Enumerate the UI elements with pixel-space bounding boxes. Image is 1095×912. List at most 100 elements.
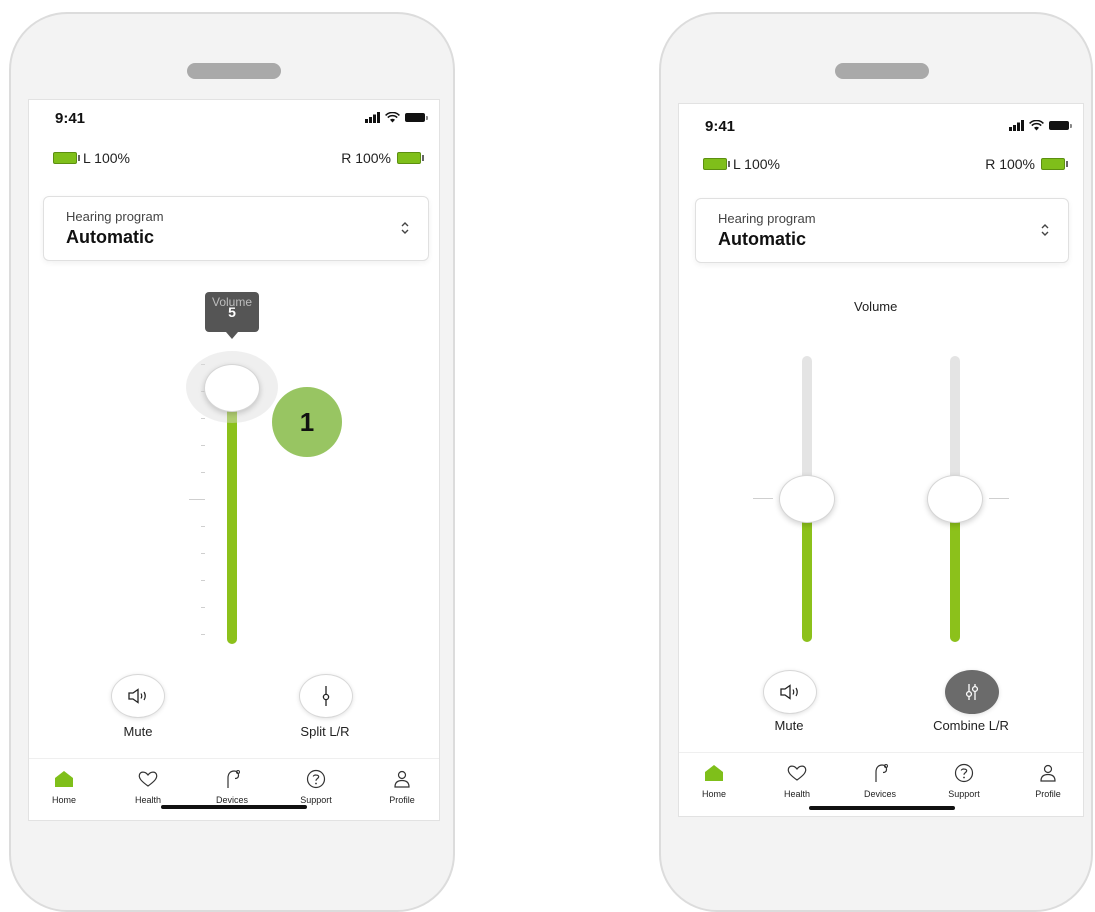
right-battery-label: R 100% [341, 150, 391, 166]
scale-tick [201, 445, 205, 446]
chevron-up-down-icon [401, 222, 409, 234]
phone-frame-right: 9:41 L 100% R 100% Hearing program Autom… [659, 12, 1093, 912]
split-lr-button[interactable] [299, 674, 353, 718]
program-value: Automatic [66, 227, 155, 247]
scale-tick [201, 553, 205, 554]
tab-label: Devices [215, 795, 248, 805]
phone-battery-icon [1049, 121, 1072, 130]
tab-label: Profile [1035, 789, 1061, 799]
question-icon [954, 763, 974, 783]
heart-icon [787, 765, 807, 781]
left-battery-label: L 100% [733, 156, 780, 172]
battery-icon [397, 152, 424, 164]
question-icon [306, 769, 326, 789]
home-icon [55, 771, 73, 787]
status-icons [1009, 120, 1072, 131]
tab-label: Health [783, 789, 810, 799]
left-aid-battery: L 100% [53, 150, 130, 166]
right-aid-battery: R 100% [985, 156, 1068, 172]
right-volume-slider-knob[interactable] [927, 475, 983, 523]
program-value: Automatic [718, 229, 807, 249]
left-volume-slider-knob[interactable] [779, 475, 835, 523]
hearing-aid-battery-row: L 100% R 100% [703, 156, 1068, 174]
home-icon [705, 765, 723, 781]
scale-tick [201, 418, 205, 419]
tab-home[interactable]: Home [679, 763, 749, 799]
status-time: 9:41 [705, 118, 736, 135]
speaker-notch [187, 63, 281, 79]
tab-devices[interactable]: Devices [197, 769, 267, 805]
tab-label: Support [300, 795, 332, 805]
right-battery-label: R 100% [985, 156, 1035, 172]
speaker-icon [128, 688, 146, 704]
tab-label: Home [51, 795, 76, 805]
home-indicator[interactable] [809, 806, 955, 810]
hearing-program-selector[interactable]: Hearing program Automatic [695, 198, 1069, 263]
volume-value: 5 [228, 304, 236, 320]
tab-profile[interactable]: Profile [367, 769, 437, 805]
tab-support[interactable]: Support [281, 769, 351, 805]
phone-frame-left: 9:41 L 100% R 100% Hearing program Autom… [9, 12, 455, 912]
mute-label: Mute [123, 724, 153, 739]
status-time: 9:41 [55, 110, 86, 127]
heart-icon [138, 771, 158, 787]
home-indicator[interactable] [161, 805, 307, 809]
scale-tick [201, 634, 205, 635]
battery-icon [1041, 158, 1068, 170]
program-label: Hearing program [66, 209, 164, 224]
volume-slider-knob[interactable] [204, 364, 260, 413]
tab-label: Profile [389, 795, 415, 805]
chevron-up-down-icon [1041, 224, 1049, 236]
mute-label: Mute [774, 718, 804, 733]
person-icon [394, 770, 410, 788]
right-aid-battery: R 100% [341, 150, 424, 166]
step-badge: 1 [272, 387, 342, 457]
scale-tick-center [989, 498, 1009, 499]
battery-icon [53, 152, 80, 164]
cellular-signal-icon [365, 112, 380, 123]
wifi-icon [385, 112, 400, 123]
scale-tick [201, 472, 205, 473]
hearing-program-selector[interactable]: Hearing program Automatic [43, 196, 429, 261]
speaker-notch [835, 63, 929, 79]
tab-health[interactable]: Health [113, 769, 183, 805]
volume-tooltip: Volume 5 [205, 292, 259, 339]
speaker-icon [780, 684, 798, 700]
tab-label: Devices [863, 789, 896, 799]
tab-support[interactable]: Support [929, 763, 999, 799]
scale-tick [201, 526, 205, 527]
phone-battery-icon [405, 113, 428, 122]
hearing-aid-battery-row: L 100% R 100% [53, 150, 424, 168]
cellular-signal-icon [1009, 120, 1024, 131]
left-battery-label: L 100% [83, 150, 130, 166]
combine-sliders-icon [965, 684, 979, 700]
battery-icon [703, 158, 730, 170]
combine-lr-button[interactable] [945, 670, 999, 714]
split-lr-label: Split L/R [300, 724, 350, 739]
tab-health[interactable]: Health [762, 763, 832, 799]
tab-home[interactable]: Home [29, 769, 99, 805]
mute-button[interactable] [763, 670, 817, 714]
scale-tick-center [189, 499, 205, 500]
left-aid-battery: L 100% [703, 156, 780, 172]
scale-tick-center [753, 498, 773, 499]
screen-right: 9:41 L 100% R 100% Hearing program Autom… [679, 104, 1083, 816]
hearing-aid-icon [227, 770, 240, 788]
combine-lr-label: Combine L/R [933, 718, 1009, 733]
mute-button[interactable] [111, 674, 165, 718]
hearing-aid-icon [875, 764, 888, 782]
volume-title: Volume [854, 299, 898, 314]
volume-slider-fill [227, 388, 237, 644]
tab-profile[interactable]: Profile [1013, 763, 1083, 799]
tab-label: Home [701, 789, 726, 799]
tab-label: Support [948, 789, 980, 799]
tab-bar: Home Health Devices Support Profile [29, 758, 439, 820]
scale-tick [201, 607, 205, 608]
wifi-icon [1029, 120, 1044, 131]
tab-devices[interactable]: Devices [845, 763, 915, 799]
tab-label: Health [134, 795, 161, 805]
program-label: Hearing program [718, 211, 816, 226]
person-icon [1040, 764, 1056, 782]
screen-left: 9:41 L 100% R 100% Hearing program Autom… [29, 100, 439, 820]
scale-tick [201, 580, 205, 581]
